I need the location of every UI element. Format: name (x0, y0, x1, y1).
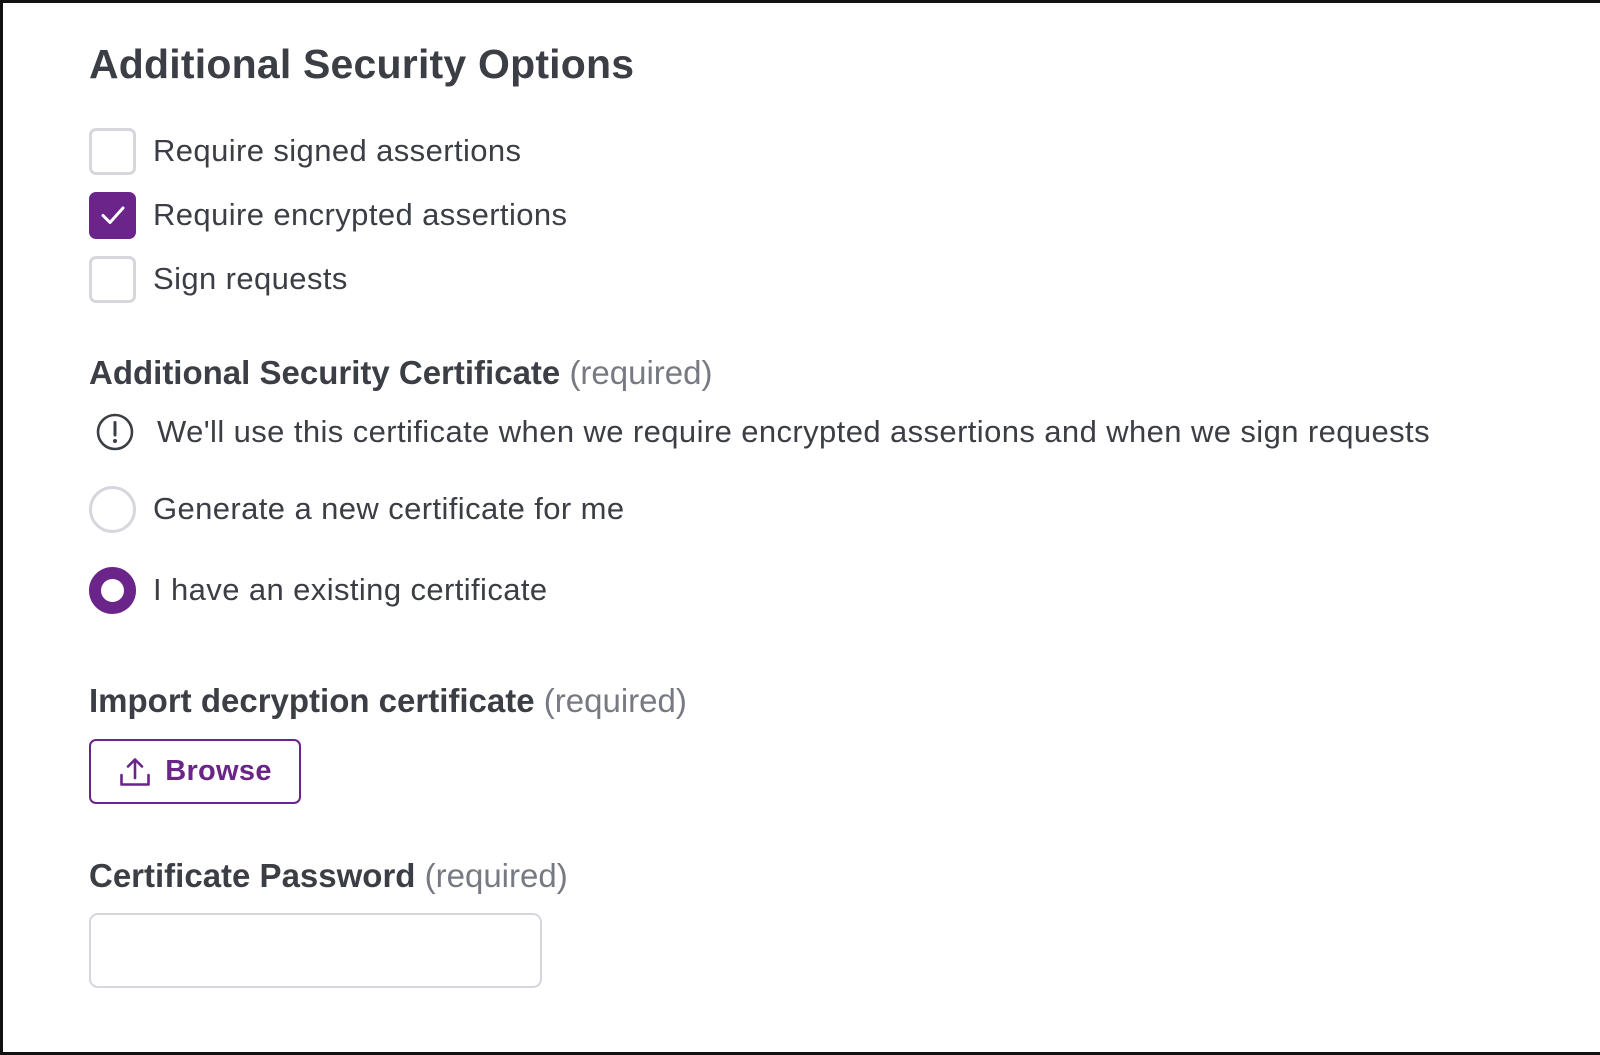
info-icon (96, 413, 134, 451)
existing-certificate-radio[interactable] (89, 566, 136, 614)
existing-certificate-label: I have an existing certificate (153, 572, 548, 607)
certificate-info-note: We'll use this certificate when we requi… (95, 411, 1430, 453)
certificate-label: Additional Security Certificate (89, 354, 561, 391)
section-title: Additional Security Options (89, 41, 635, 87)
password-label: Certificate Password (89, 857, 416, 894)
sign-requests-label: Sign requests (153, 261, 348, 296)
password-required-hint: (required) (424, 857, 568, 894)
import-field-label: Import decryption certificate (required) (89, 681, 687, 721)
require-signed-assertions-label: Require signed assertions (153, 133, 522, 168)
certificate-required-hint: (required) (569, 354, 713, 391)
require-encrypted-assertions-label: Require encrypted assertions (153, 197, 568, 232)
import-required-hint: (required) (543, 682, 687, 719)
upload-icon (120, 757, 151, 786)
existing-certificate-option[interactable]: I have an existing certificate (89, 566, 548, 614)
sign-requests-checkbox[interactable] (89, 255, 136, 303)
browse-button[interactable]: Browse (89, 739, 301, 804)
generate-certificate-radio[interactable] (89, 485, 136, 533)
generate-certificate-label: Generate a new certificate for me (153, 491, 625, 526)
certificate-password-input[interactable] (89, 913, 542, 988)
password-field-label: Certificate Password (required) (89, 856, 568, 896)
import-label: Import decryption certificate (89, 682, 535, 719)
require-signed-assertions-option[interactable]: Require signed assertions (89, 127, 521, 175)
checkmark-icon (101, 206, 124, 224)
require-signed-assertions-checkbox[interactable] (89, 127, 136, 175)
generate-certificate-option[interactable]: Generate a new certificate for me (89, 485, 625, 533)
require-encrypted-assertions-checkbox[interactable] (89, 191, 136, 239)
certificate-info-text: We'll use this certificate when we requi… (157, 414, 1430, 449)
certificate-field-label: Additional Security Certificate (require… (89, 353, 713, 393)
browse-label: Browse (165, 755, 272, 787)
security-options-panel: Additional Security Options Require sign… (0, 0, 1600, 1055)
require-encrypted-assertions-option[interactable]: Require encrypted assertions (89, 191, 567, 239)
sign-requests-option[interactable]: Sign requests (89, 255, 348, 303)
